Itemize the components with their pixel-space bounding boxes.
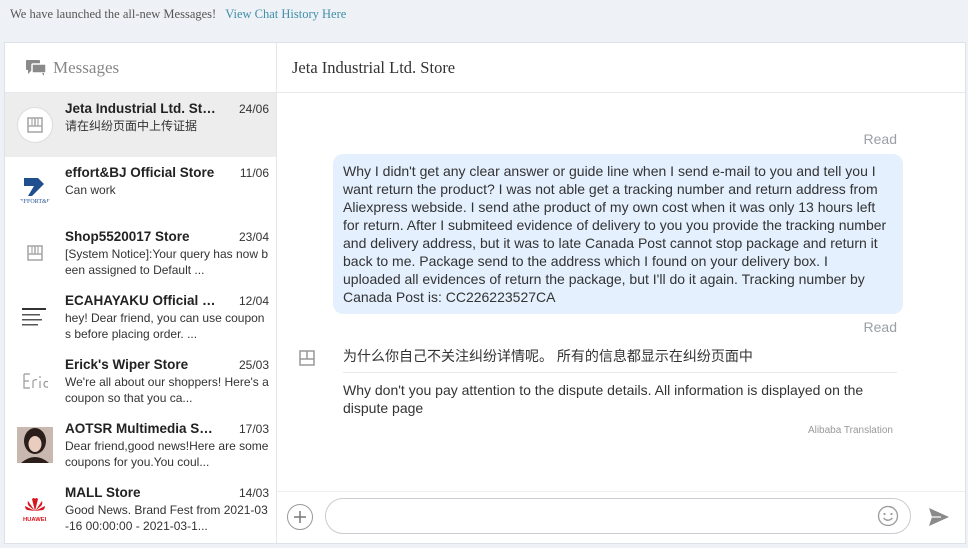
- store-icon: [297, 348, 317, 368]
- ecahayaku-logo: [17, 299, 53, 335]
- conversation-item[interactable]: EFFORT&BJ effort&BJ Official Store 11/06…: [5, 157, 276, 221]
- plus-icon: [294, 511, 306, 523]
- store-icon: [17, 235, 53, 271]
- messages-icon: [25, 58, 47, 78]
- conversation-list: Jeta Industrial Ltd. Store 24/06 请在纠纷页面中…: [5, 93, 276, 541]
- huawei-logo: HUAWEI: [17, 491, 53, 527]
- incoming-original-text: 为什么你自己不关注纠纷详情呢。 所有的信息都显示在纠纷页面中: [343, 346, 897, 373]
- conversation-date: 11/06: [239, 166, 269, 180]
- outgoing-message: Why I didn't get any clear answer or gui…: [333, 154, 903, 314]
- svg-text:EFFORT&BJ: EFFORT&BJ: [20, 199, 52, 204]
- incoming-translation-text: Why don't you pay attention to the dispu…: [343, 382, 864, 416]
- conversation-item[interactable]: Jeta Industrial Ltd. Store 24/06 请在纠纷页面中…: [5, 93, 276, 157]
- chat-title: Jeta Industrial Ltd. Store: [277, 43, 965, 93]
- conversation-name: Erick's Wiper Store: [65, 357, 189, 372]
- conversation-item[interactable]: AOTSR Multimedia Store 17/03 Dear friend…: [5, 413, 276, 477]
- conversation-name: ECAHAYAKU Official Store: [65, 293, 217, 308]
- svg-text:HUAWEI: HUAWEI: [23, 517, 47, 523]
- sidebar: Messages Jeta Industrial Ltd. Store 24/0…: [5, 43, 277, 543]
- conversation-item[interactable]: Shop5520017 Store 23/04 [System Notice]:…: [5, 221, 276, 285]
- erick-logo: [17, 363, 53, 399]
- sidebar-title: Messages: [53, 57, 120, 77]
- message-composer: [277, 491, 965, 543]
- conversation-preview: hey! Dear friend, you can use coupons be…: [65, 311, 265, 341]
- message-input[interactable]: [325, 498, 911, 534]
- notice-text: We have launched the all-new Messages!: [10, 6, 217, 21]
- view-chat-history-link[interactable]: View Chat History Here: [225, 7, 346, 22]
- chat-messages[interactable]: Read Why I didn't get any clear answer o…: [277, 94, 965, 491]
- conversation-item[interactable]: Erick's Wiper Store 25/03 We're all abou…: [5, 349, 276, 413]
- conversation-preview: [System Notice]:Your query has now been …: [65, 247, 268, 277]
- conversation-name: effort&BJ Official Store: [65, 165, 215, 180]
- aotsr-photo: [17, 427, 53, 463]
- add-attachment-button[interactable]: [287, 504, 313, 530]
- conversation-item[interactable]: ECAHAYAKU Official Store 12/04 hey! Dear…: [5, 285, 276, 349]
- conversation-date: 14/03: [238, 486, 269, 500]
- conversation-date: 25/03: [238, 358, 269, 372]
- emoji-button[interactable]: [877, 505, 899, 527]
- translation-provider: Alibaba Translation: [807, 425, 893, 436]
- conversation-name: AOTSR Multimedia Store: [65, 421, 217, 436]
- conversation-name: Shop5520017 Store: [65, 229, 190, 244]
- sidebar-header: Messages: [5, 43, 276, 93]
- send-button[interactable]: [927, 506, 951, 528]
- conversation-preview: Dear friend,good news!Here are some coup…: [65, 439, 269, 469]
- effortbj-logo: EFFORT&BJ: [17, 171, 53, 207]
- conversation-date: 23/04: [238, 230, 269, 244]
- read-status: Read: [863, 131, 897, 147]
- conversation-preview: Can work: [65, 183, 116, 197]
- smiley-icon: [877, 505, 899, 527]
- conversation-name: Jeta Industrial Ltd. Store: [65, 101, 217, 116]
- conversation-item[interactable]: HUAWEI MALL Store 14/03 Good News. Brand…: [5, 477, 276, 541]
- incoming-message: 为什么你自己不关注纠纷详情呢。 所有的信息都显示在纠纷页面中 Why don't…: [297, 346, 897, 436]
- messages-panel: Messages Jeta Industrial Ltd. Store 24/0…: [4, 42, 966, 544]
- store-icon: [17, 107, 53, 143]
- conversation-date: 17/03: [238, 422, 269, 436]
- conversation-name: MALL Store: [65, 485, 141, 500]
- conversation-preview: Good News. Brand Fest from 2021-03-16 00…: [65, 503, 268, 533]
- notice-bar: We have launched the all-new Messages! V…: [0, 0, 968, 28]
- send-icon: [929, 508, 949, 526]
- conversation-preview: 请在纠纷页面中上传证据: [65, 119, 198, 133]
- read-status: Read: [863, 319, 897, 335]
- conversation-date: 12/04: [238, 294, 269, 308]
- chat-panel: Jeta Industrial Ltd. Store Read Why I di…: [277, 43, 965, 543]
- conversation-date: 24/06: [238, 102, 269, 116]
- conversation-preview: We're all about our shoppers! Here's a c…: [65, 375, 269, 405]
